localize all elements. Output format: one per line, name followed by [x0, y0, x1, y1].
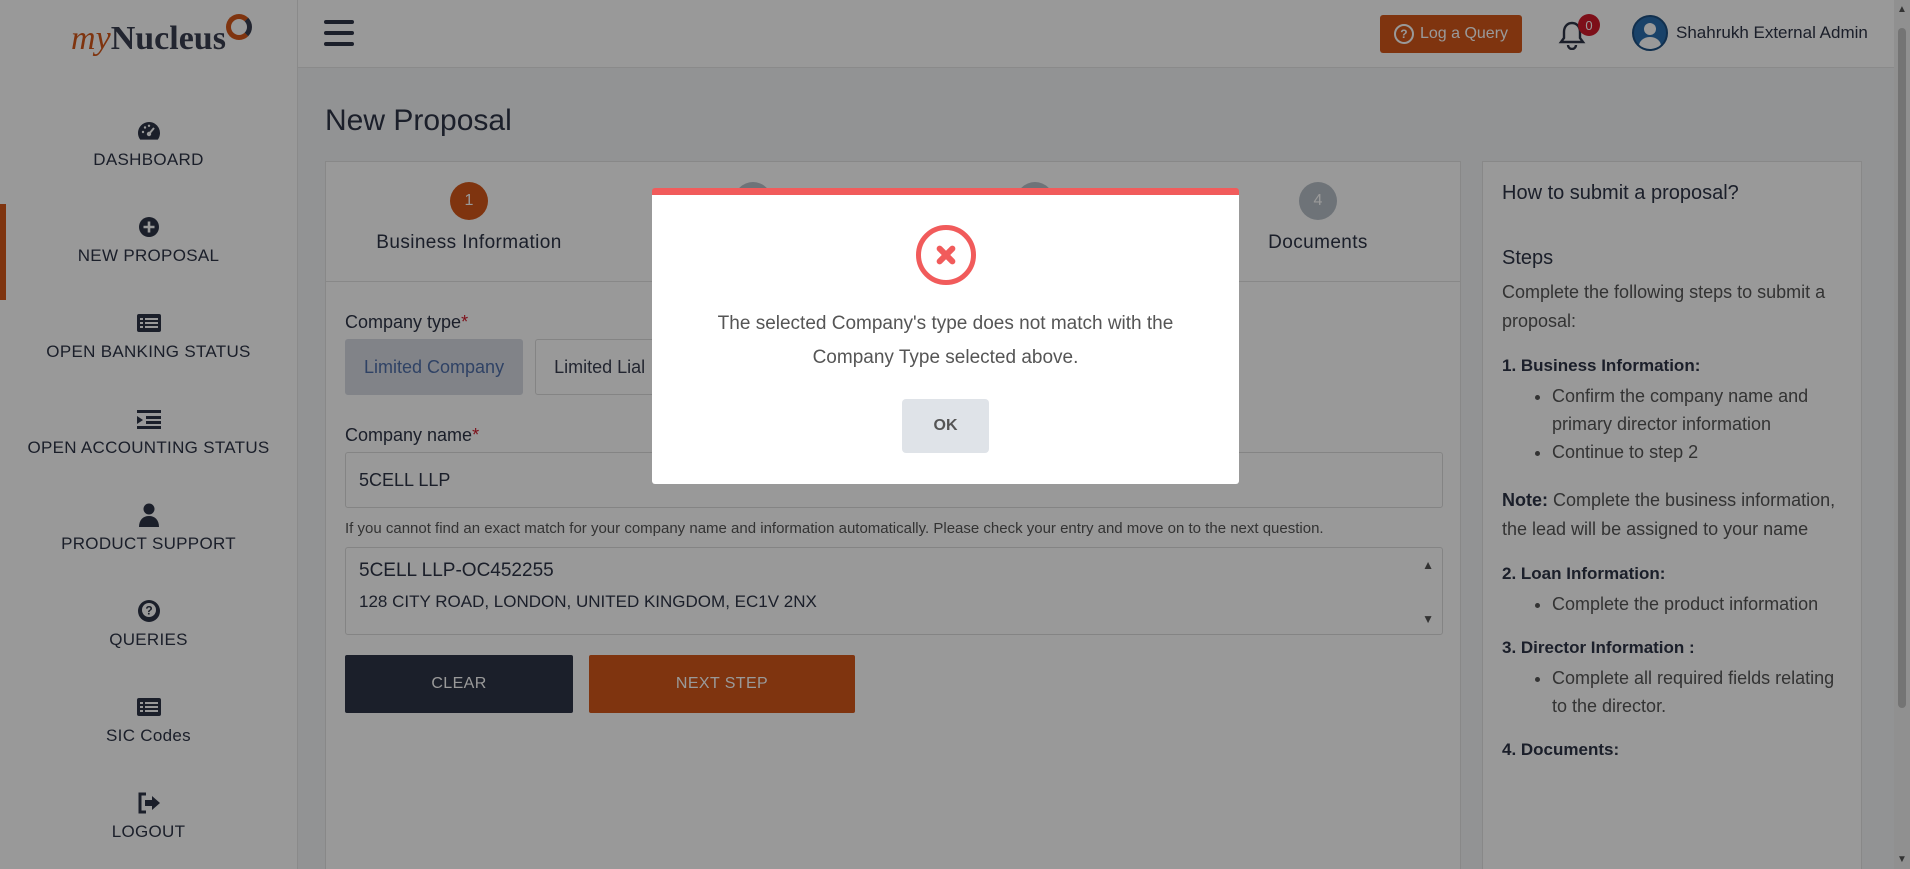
ok-button[interactable]: OK — [902, 399, 989, 453]
error-message: The selected Company's type does not mat… — [717, 313, 1174, 368]
error-x-icon — [915, 225, 976, 285]
error-dialog: The selected Company's type does not mat… — [652, 188, 1239, 484]
